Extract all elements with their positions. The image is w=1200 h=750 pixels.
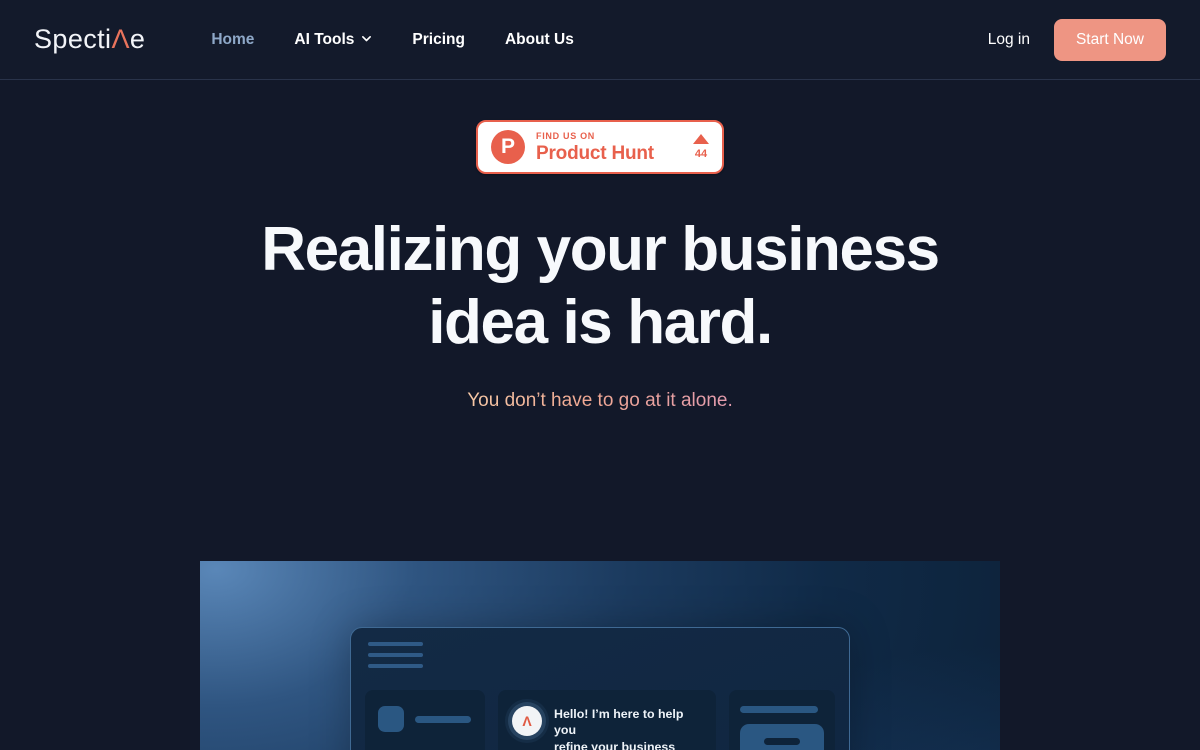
placeholder-bar bbox=[764, 738, 800, 745]
logo-suffix: e bbox=[129, 24, 146, 54]
right-panel-card bbox=[740, 724, 824, 750]
site-header: Specti Λe Home AI Tools Pricing About Us … bbox=[0, 0, 1200, 80]
nav-item-about-us[interactable]: About Us bbox=[505, 31, 574, 49]
product-hunt-badge[interactable]: P FIND US ON Product Hunt 44 bbox=[476, 120, 724, 174]
menu-line bbox=[368, 664, 423, 668]
app-mockup-left-panel bbox=[365, 690, 485, 750]
product-hunt-title: Product Hunt bbox=[536, 142, 654, 164]
upvote-count: 44 bbox=[694, 148, 708, 160]
logo-prefix: Specti bbox=[34, 24, 112, 54]
nav-item-pricing[interactable]: Pricing bbox=[412, 31, 465, 49]
placeholder-bar bbox=[415, 715, 471, 723]
hero-headline: Realizing your business idea is hard. bbox=[261, 214, 940, 359]
chat-message-line-1: Hello! I’m here to help you bbox=[554, 707, 684, 738]
assistant-avatar-icon: Λ bbox=[512, 706, 542, 736]
placeholder-bar bbox=[740, 706, 818, 713]
product-hunt-eyebrow: FIND US ON bbox=[536, 130, 596, 141]
chat-message-text: Hello! I’m here to help you refine your … bbox=[554, 706, 702, 750]
placeholder-thumbnail bbox=[378, 706, 404, 732]
nav-item-pricing-label: Pricing bbox=[412, 30, 465, 48]
app-mockup-menu-icon bbox=[351, 628, 849, 668]
product-hunt-logo-icon: P bbox=[491, 130, 525, 164]
hero-illustration: Λ Hello! I’m here to help you refine you… bbox=[200, 561, 1000, 750]
product-hunt-text: FIND US ON Product Hunt bbox=[536, 130, 654, 164]
header-actions: Log in Start Now bbox=[988, 18, 1166, 61]
left-panel-header-row bbox=[378, 706, 472, 732]
menu-line bbox=[368, 653, 423, 657]
hero-headline-line-2: idea is hard. bbox=[428, 287, 773, 357]
app-mockup-window: Λ Hello! I’m here to help you refine you… bbox=[350, 627, 850, 750]
brand-logo[interactable]: Specti Λe bbox=[34, 24, 145, 55]
nav-item-home[interactable]: Home bbox=[211, 31, 254, 49]
product-hunt-upvote[interactable]: 44 bbox=[693, 134, 709, 160]
main-navigation: Home AI Tools Pricing About Us bbox=[211, 31, 574, 49]
start-now-button[interactable]: Start Now bbox=[1053, 18, 1166, 61]
chat-message-line-2: refine your business idea. bbox=[554, 739, 676, 750]
app-mockup-body: Λ Hello! I’m here to help you refine you… bbox=[365, 690, 835, 750]
nav-item-ai-tools-label: AI Tools bbox=[294, 30, 355, 48]
menu-line bbox=[368, 642, 423, 646]
nav-item-ai-tools[interactable]: AI Tools bbox=[294, 31, 372, 49]
app-mockup-chat-panel: Λ Hello! I’m here to help you refine you… bbox=[498, 690, 716, 750]
hero-headline-line-1: Realizing your business bbox=[261, 215, 940, 284]
login-link[interactable]: Log in bbox=[988, 31, 1030, 49]
hero-section: P FIND US ON Product Hunt 44 Realizing y… bbox=[0, 80, 1200, 750]
chevron-down-icon bbox=[361, 33, 372, 44]
hero-subtitle: You don’t have to go at it alone. bbox=[467, 390, 733, 412]
chat-message: Λ Hello! I’m here to help you refine you… bbox=[512, 706, 702, 750]
nav-item-home-label: Home bbox=[211, 30, 255, 48]
app-mockup-right-panel bbox=[729, 690, 835, 750]
logo-chevron-icon: Λ bbox=[111, 24, 130, 54]
nav-item-about-us-label: About Us bbox=[504, 30, 574, 48]
upvote-triangle-icon bbox=[693, 134, 709, 144]
